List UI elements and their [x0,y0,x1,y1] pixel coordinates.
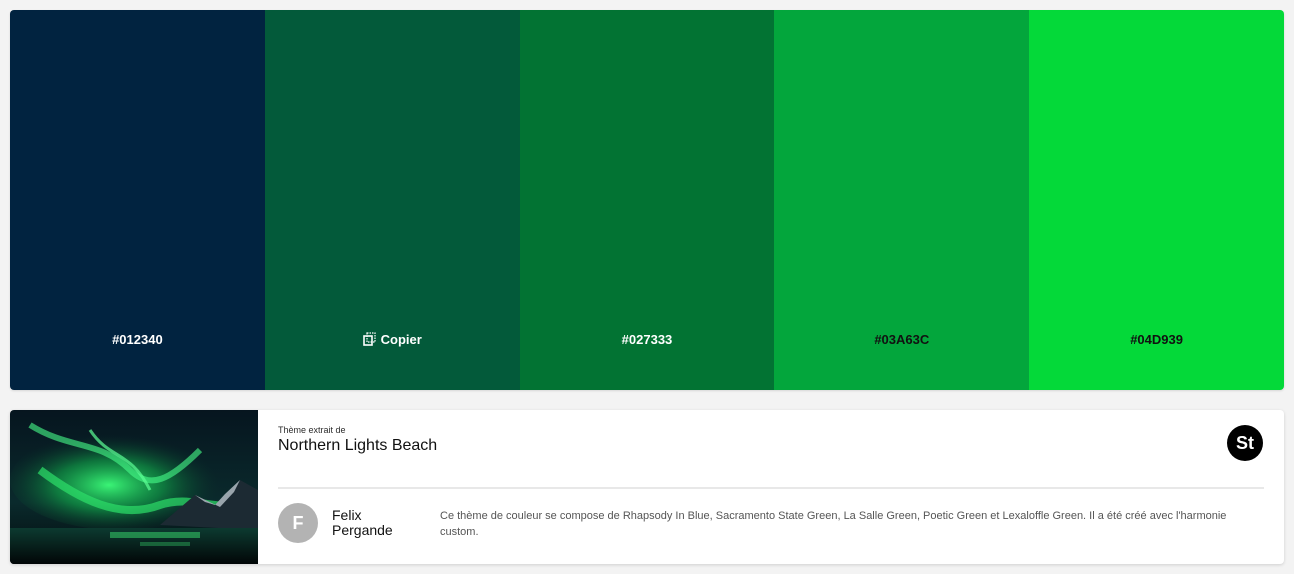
swatch-2[interactable]: Copier [264,10,520,390]
author-first-name: Felix [332,507,362,523]
swatch-4-hex: #03A63C [774,330,1029,348]
northern-lights-image [10,410,258,564]
copy-button[interactable]: Copier [265,330,520,348]
theme-info-card: Thème extrait de Northern Lights Beach S… [10,410,1284,564]
stock-badge-label: St [1236,432,1254,453]
source-image[interactable] [10,410,258,564]
swatch-4-label: #03A63C [874,331,930,347]
author-last-name: Pergande [332,522,393,538]
swatch-1[interactable]: #012340 [10,10,265,390]
swatch-4[interactable]: #03A63C [774,10,1030,390]
copy-label: Copier [380,331,422,347]
swatch-3[interactable]: #027333 [519,10,775,390]
swatch-5[interactable]: #04D939 [1029,10,1284,390]
swatch-1-label: #012340 [112,331,163,347]
extracted-from-label: Thème extrait de [278,425,346,435]
swatch-5-label: #04D939 [1130,331,1183,347]
avatar[interactable]: F [278,503,318,543]
author-name-link[interactable]: Felix Pergande [332,508,393,538]
adobe-stock-icon[interactable]: St [1227,425,1263,461]
theme-title-link[interactable]: Northern Lights Beach [278,437,437,455]
divider [278,487,1264,489]
swatch-3-hex: #027333 [520,330,775,348]
color-palette: #012340 Copier #027333 #03A63C #04D939 [10,10,1284,390]
swatch-5-hex: #04D939 [1029,330,1284,348]
swatch-1-hex: #012340 [10,330,265,348]
copy-icon [362,332,376,346]
avatar-initial: F [292,512,304,533]
swatch-3-label: #027333 [621,331,673,347]
theme-description: Ce thème de couleur se compose de Rhapso… [440,510,1227,538]
